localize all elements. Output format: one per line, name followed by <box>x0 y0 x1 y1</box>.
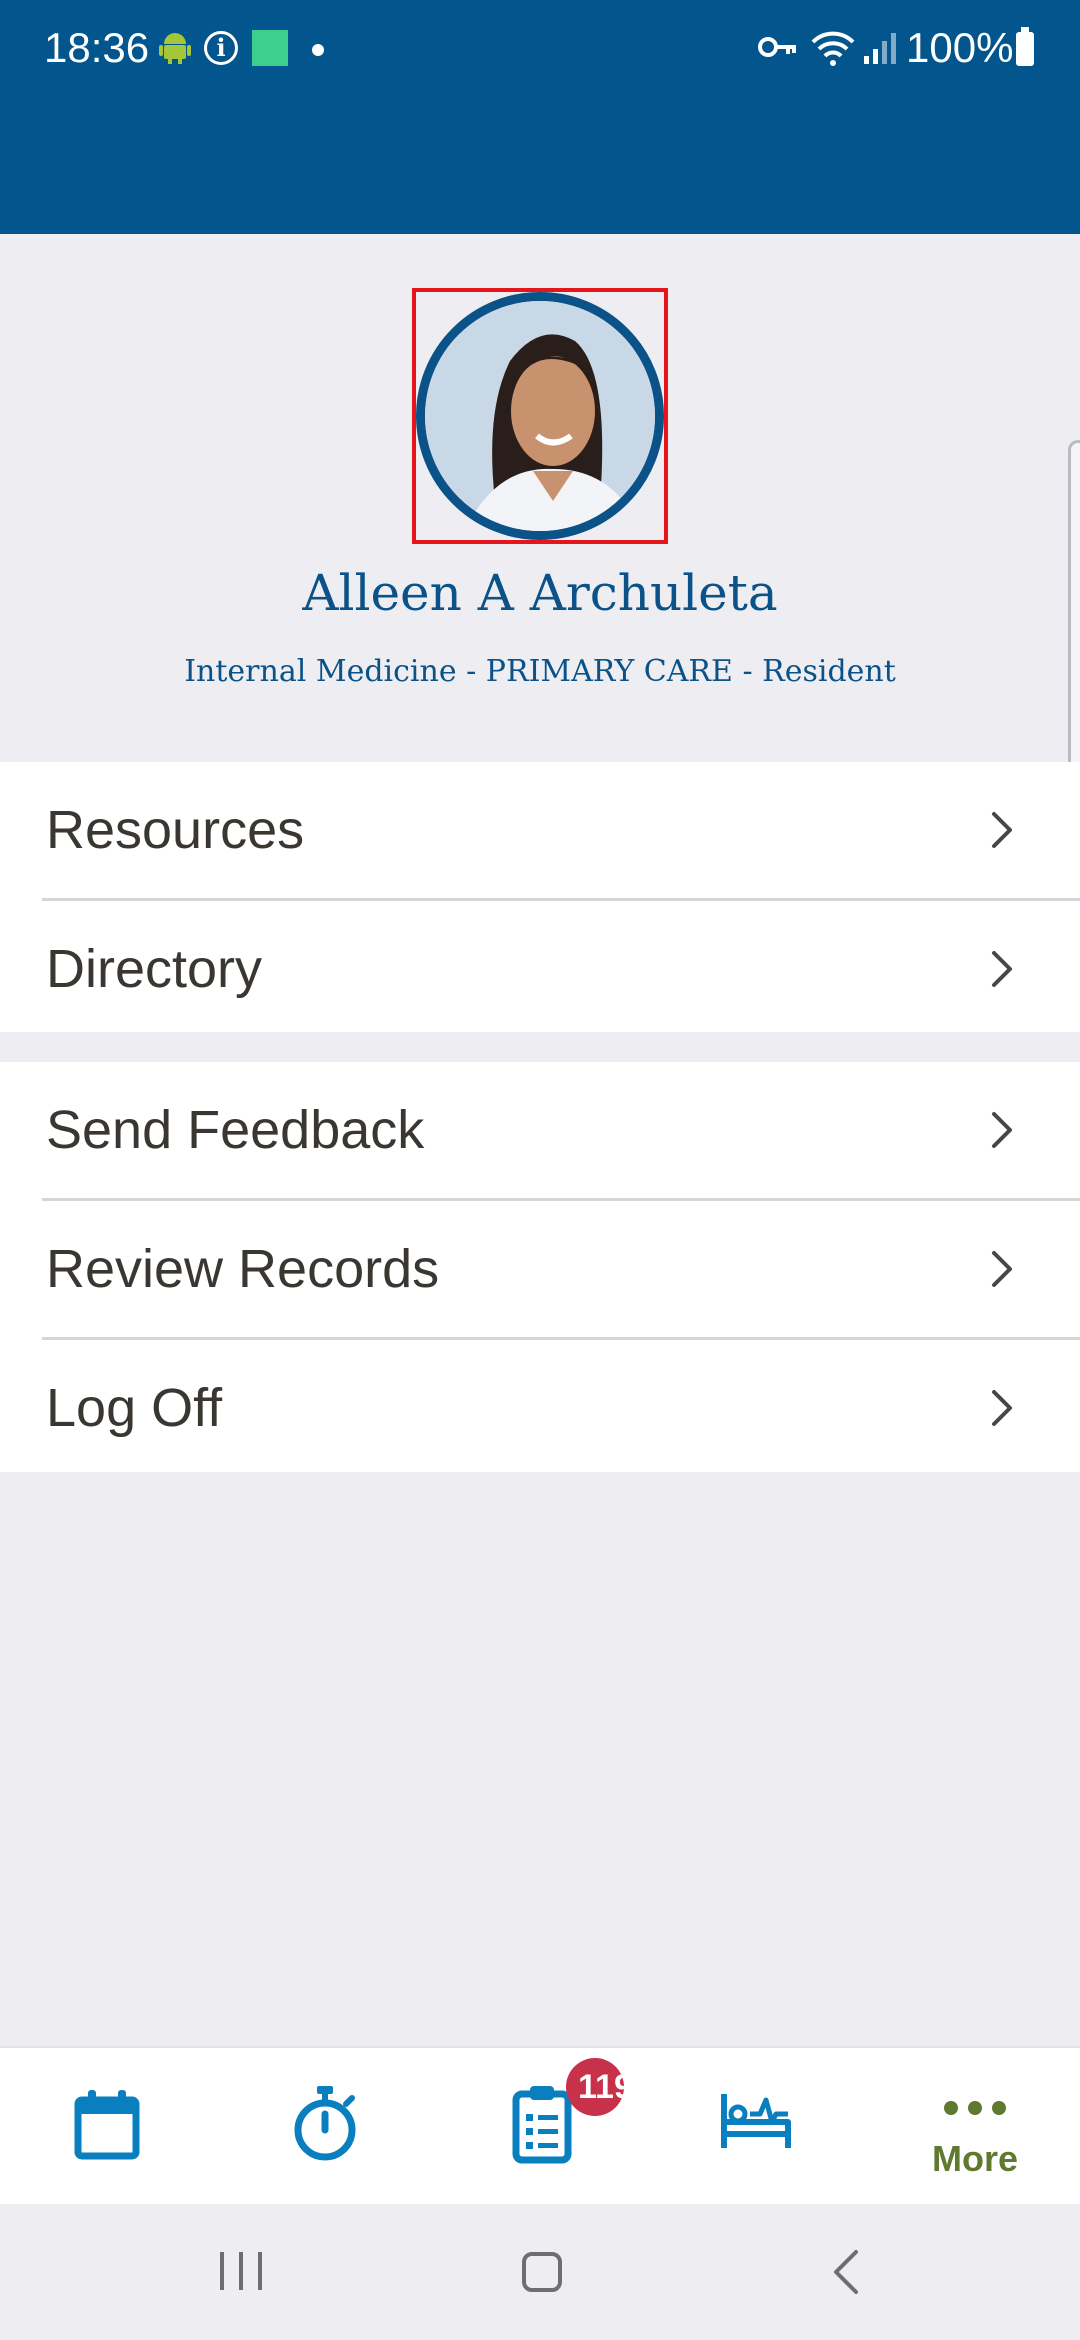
bed-icon <box>721 2094 791 2148</box>
menu-item-directory[interactable]: Directory <box>0 901 1080 1037</box>
menu-item-label: Log Off <box>46 1378 223 1438</box>
wifi-icon <box>810 28 856 73</box>
menu-item-label: Send Feedback <box>46 1100 425 1160</box>
vpn-key-icon <box>758 34 798 65</box>
avatar[interactable] <box>416 292 664 540</box>
chevron-right-icon <box>990 1249 1014 1294</box>
back-button-icon[interactable] <box>830 2248 860 2301</box>
tab-more[interactable]: More <box>900 2048 1050 2206</box>
tab-timer[interactable] <box>250 2048 400 2206</box>
menu-item-label: Directory <box>46 939 263 999</box>
calendar-icon <box>74 2090 140 2160</box>
chevron-right-icon <box>990 810 1014 855</box>
battery-percent: 100% <box>906 24 1014 71</box>
menu-item-resources[interactable]: Resources <box>0 762 1080 898</box>
app-header: 18:36 i 100% <box>0 0 1080 234</box>
tab-more-label: More <box>931 2138 1018 2179</box>
menu-item-send-feedback[interactable]: Send Feedback <box>0 1062 1080 1198</box>
more-dots-icon <box>944 2101 1006 2115</box>
profile-role: Internal Medicine - PRIMARY CARE - Resid… <box>184 654 896 689</box>
status-time: 18:36 <box>44 24 150 71</box>
tab-calendar[interactable] <box>32 2048 182 2206</box>
battery-icon <box>1016 27 1034 66</box>
stopwatch-icon <box>294 2086 356 2161</box>
more-notifications-dot-icon <box>312 44 324 56</box>
profile-name: Alleen A Archuleta <box>302 564 778 622</box>
recents-button-icon[interactable] <box>218 2250 264 2297</box>
android-icon <box>158 30 192 69</box>
chevron-right-icon <box>990 1388 1014 1433</box>
app-notification-icon <box>252 30 288 66</box>
menu-item-label: Resources <box>46 800 305 860</box>
home-button-icon[interactable] <box>522 2252 562 2292</box>
chevron-right-icon <box>990 1110 1014 1155</box>
tasks-count-badge: 119 <box>566 2058 624 2116</box>
menu-group-primary: Resources Directory <box>0 762 1080 1032</box>
menu-group-secondary: Send Feedback Review Records Log Off <box>0 1062 1080 1472</box>
info-icon: i <box>204 31 238 65</box>
menu-item-label: Review Records <box>46 1239 440 1299</box>
signal-icon <box>862 30 898 71</box>
clipboard-list-icon <box>512 2086 572 2164</box>
menu-item-log-off[interactable]: Log Off <box>0 1340 1080 1476</box>
status-bar: 18:36 i 100% <box>0 0 1080 100</box>
tab-patients[interactable] <box>680 2048 830 2206</box>
chevron-right-icon <box>990 949 1014 994</box>
side-panel-handle[interactable] <box>1068 440 1080 776</box>
menu-item-review-records[interactable]: Review Records <box>0 1201 1080 1337</box>
profile-section: Alleen A Archuleta Internal Medicine - P… <box>0 234 1080 761</box>
bottom-tab-bar: More <box>0 2046 1080 2206</box>
system-nav-bar <box>0 2204 1080 2340</box>
